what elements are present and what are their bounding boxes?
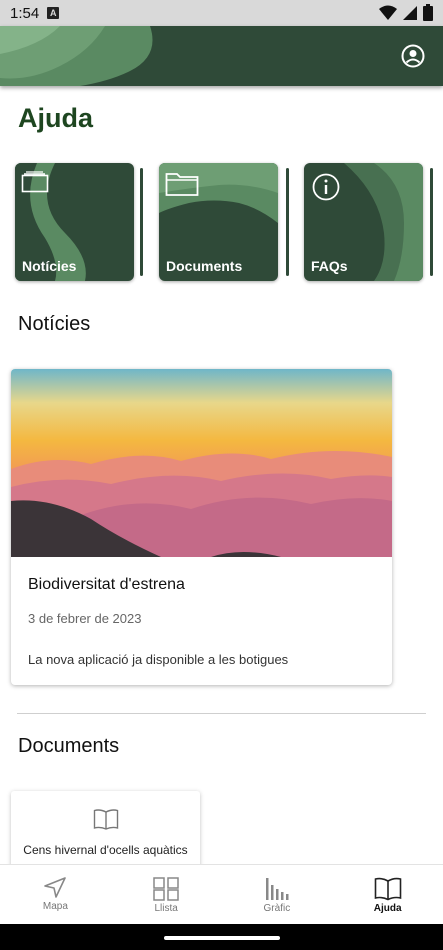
news-card[interactable]: Biodiversitat d'estrena 3 de febrer de 2… (11, 369, 392, 685)
category-label: FAQs (311, 258, 348, 274)
documents-section-title: Documents (18, 735, 120, 757)
home-gesture-handle[interactable] (164, 936, 280, 940)
system-navigation-bar (0, 924, 443, 950)
news-date: 3 de febrer de 2023 (28, 611, 142, 626)
account-icon[interactable] (401, 44, 425, 68)
folder-outline-icon (21, 171, 49, 193)
card-separator (140, 168, 143, 276)
nav-item-mapa[interactable]: Mapa (0, 865, 111, 925)
category-card-noticies[interactable]: Notícies (15, 163, 134, 281)
info-icon (312, 173, 340, 201)
nav-label: Llista (154, 903, 178, 914)
nav-label: Mapa (42, 901, 68, 912)
news-description: La nova aplicació ja disponible a les bo… (28, 652, 289, 667)
bar-chart-icon (265, 878, 289, 900)
card-separator (430, 168, 433, 276)
app-header (0, 26, 443, 86)
nav-item-llista[interactable]: Llista (111, 865, 222, 925)
folder-icon (165, 173, 199, 196)
news-title: Biodiversitat d'estrena (28, 576, 185, 593)
news-section-title: Notícies (18, 313, 91, 335)
status-bar: 1:54 A (0, 0, 443, 26)
navigation-icon (44, 877, 67, 898)
nav-item-grafic[interactable]: Gràfic (222, 865, 333, 925)
signal-icon (403, 5, 417, 20)
status-icons (379, 4, 433, 21)
header-wave-decoration (0, 26, 153, 86)
card-separator (286, 168, 289, 276)
page-title: Ajuda (18, 103, 94, 133)
category-card-documents[interactable]: Documents (159, 163, 278, 281)
category-label: Notícies (22, 258, 77, 274)
document-label: Cens hivernal d'ocells aquàtics (23, 843, 188, 857)
nav-label: Gràfic (263, 903, 291, 914)
grid-icon (153, 877, 179, 901)
nav-label: Ajuda (373, 903, 402, 914)
category-label: Documents (166, 258, 243, 274)
battery-icon (423, 4, 433, 21)
section-divider (17, 713, 426, 714)
category-card-faqs[interactable]: FAQs (304, 163, 423, 281)
book-icon (374, 877, 401, 901)
book-icon (93, 809, 119, 830)
bottom-navigation: Mapa Llista Gràfic Ajuda (0, 864, 443, 924)
status-time: 1:54 (10, 4, 40, 22)
notification-icon: A (47, 7, 60, 19)
nav-item-ajuda[interactable]: Ajuda (332, 865, 443, 925)
news-image (11, 369, 392, 557)
wifi-icon (379, 5, 397, 20)
document-card[interactable]: Cens hivernal d'ocells aquàtics (11, 791, 200, 871)
